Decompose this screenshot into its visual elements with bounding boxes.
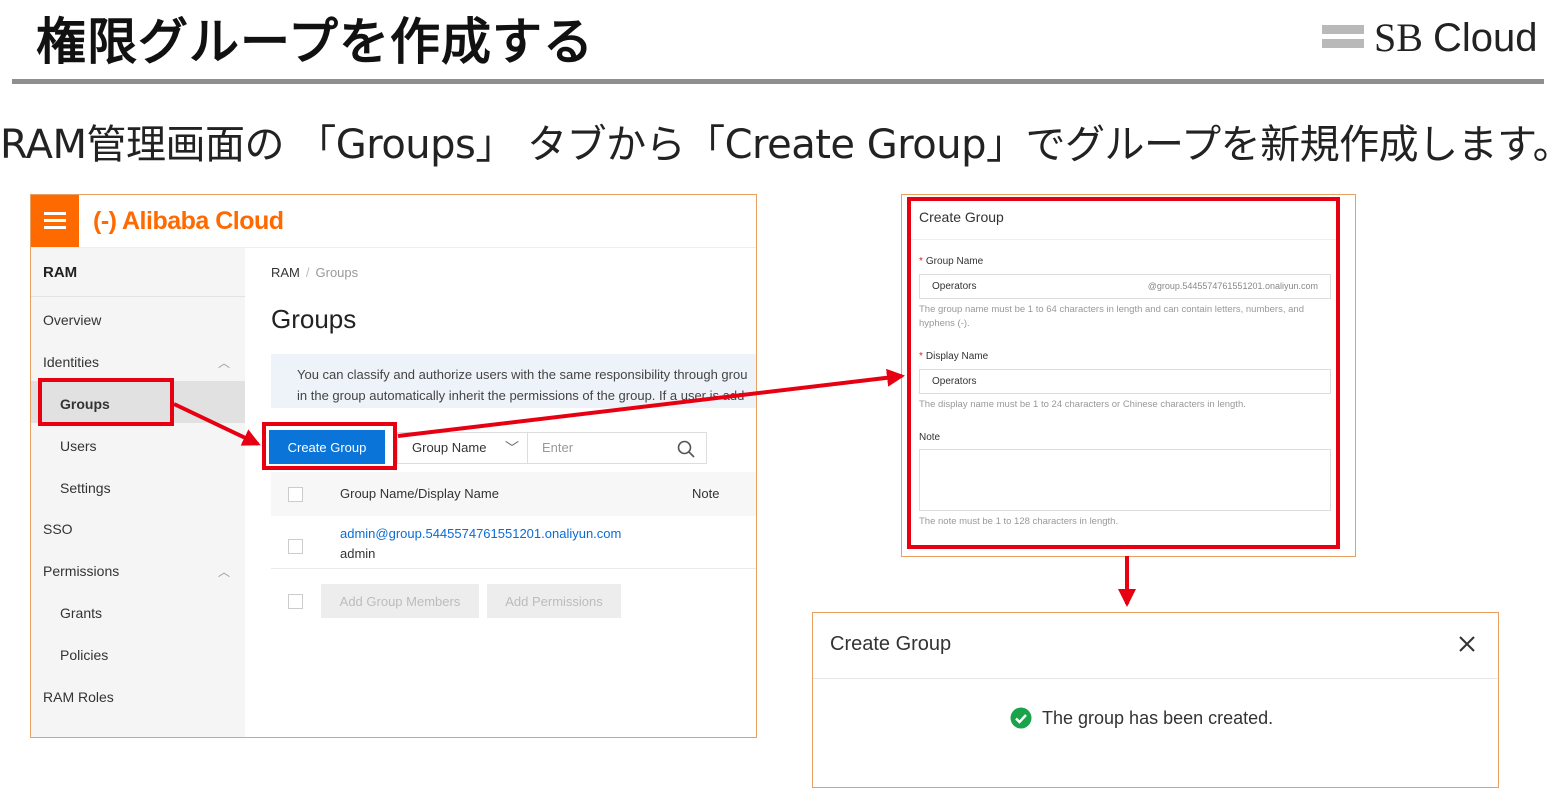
arrow-groups-to-create <box>173 402 261 446</box>
arrow-create-to-form <box>397 368 905 438</box>
annotation-arrows <box>173 368 1136 607</box>
